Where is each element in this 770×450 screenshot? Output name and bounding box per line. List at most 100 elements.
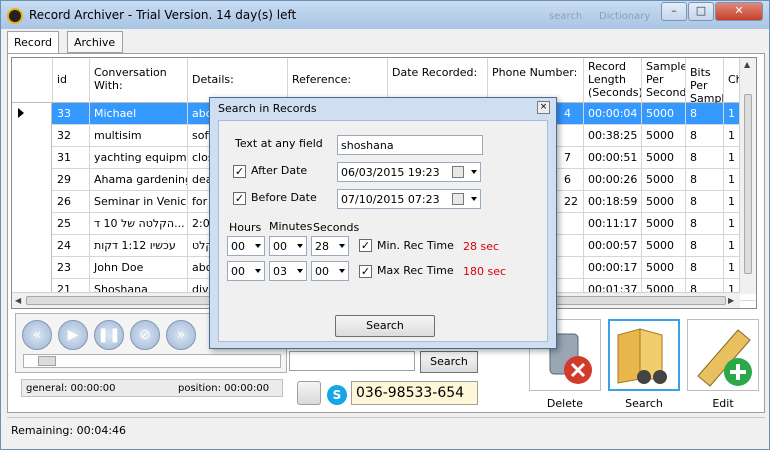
scroll-up-arrow[interactable]: ▲ — [744, 60, 750, 69]
cell-ch[interactable]: 1 — [724, 169, 740, 191]
minimize-button[interactable]: – — [661, 2, 687, 21]
maximize-button[interactable]: □ — [688, 2, 714, 21]
grid-vertical-scrollbar[interactable]: ▲ — [739, 58, 756, 294]
cell-sps[interactable]: 5000 — [642, 213, 686, 235]
cell-phone-tail[interactable] — [560, 257, 584, 279]
cell-ch[interactable]: 1 — [724, 103, 740, 125]
cell-phone-tail[interactable] — [560, 235, 584, 257]
cell-with[interactable]: עכשיו 1:12 דקות — [90, 235, 188, 257]
cell-ch[interactable]: 1 — [724, 191, 740, 213]
close-button[interactable]: ✕ — [715, 2, 763, 21]
min-rec-time-checkbox[interactable]: ✓ — [359, 239, 372, 252]
scroll-right-arrow[interactable]: ▶ — [728, 296, 734, 305]
header-id[interactable]: id — [53, 58, 90, 103]
cell-length[interactable]: 00:00:17 — [584, 257, 642, 279]
progress-thumb[interactable] — [38, 356, 56, 366]
playback-progress[interactable] — [23, 354, 281, 368]
max-minutes-select[interactable]: 03 — [269, 261, 307, 281]
dialog-close-button[interactable]: × — [537, 101, 550, 114]
search-action-button[interactable] — [608, 319, 680, 391]
tab-archive[interactable]: Archive — [67, 31, 123, 53]
cell-bits[interactable]: 8 — [686, 257, 724, 279]
skype-icon[interactable]: S — [327, 385, 347, 405]
cell-id[interactable]: 24 — [53, 235, 90, 257]
calendar-icon[interactable] — [452, 193, 464, 205]
text-any-field-input[interactable]: shoshana — [337, 135, 483, 155]
row-header[interactable] — [12, 147, 52, 169]
contact-icon[interactable] — [297, 381, 321, 405]
cell-with[interactable]: yachting equipment — [90, 147, 188, 169]
before-date-checkbox[interactable]: ✓ — [233, 192, 246, 205]
row-header[interactable] — [12, 191, 52, 213]
cell-bits[interactable]: 8 — [686, 213, 724, 235]
cell-phone-tail[interactable]: 6 — [560, 169, 584, 191]
cell-sps[interactable]: 5000 — [642, 235, 686, 257]
after-date-checkbox[interactable]: ✓ — [233, 165, 246, 178]
cell-bits[interactable]: 8 — [686, 125, 724, 147]
cell-sps[interactable]: 5000 — [642, 103, 686, 125]
stop-button[interactable]: ⊘ — [130, 320, 160, 350]
grid-search-button[interactable]: Search — [420, 351, 478, 373]
cell-id[interactable]: 32 — [53, 125, 90, 147]
row-header[interactable] — [12, 103, 52, 125]
rewind-button[interactable]: « — [22, 320, 52, 350]
play-button[interactable]: ▶ — [58, 320, 88, 350]
min-hours-select[interactable]: 00 — [227, 236, 265, 256]
vertical-scroll-thumb[interactable] — [744, 94, 752, 274]
cell-id[interactable]: 26 — [53, 191, 90, 213]
cell-id[interactable]: 25 — [53, 213, 90, 235]
cell-length[interactable]: 00:18:59 — [584, 191, 642, 213]
cell-sps[interactable]: 5000 — [642, 125, 686, 147]
max-rec-time-checkbox[interactable]: ✓ — [359, 265, 372, 278]
cell-bits[interactable]: 8 — [686, 235, 724, 257]
cell-id[interactable]: 33 — [53, 103, 90, 125]
cell-ch[interactable]: 1 — [724, 213, 740, 235]
cell-id[interactable]: 29 — [53, 169, 90, 191]
row-header[interactable] — [12, 257, 52, 279]
row-header[interactable] — [12, 169, 52, 191]
dialog-search-button[interactable]: Search — [335, 315, 435, 337]
cell-phone-tail[interactable] — [560, 213, 584, 235]
max-seconds-select[interactable]: 00 — [311, 261, 349, 281]
edit-button[interactable] — [687, 319, 759, 391]
before-date-picker[interactable]: 07/10/2015 07:23 — [337, 189, 481, 209]
cell-with[interactable]: John Doe — [90, 257, 188, 279]
cell-id[interactable]: 23 — [53, 257, 90, 279]
cell-sps[interactable]: 5000 — [642, 191, 686, 213]
cell-bits[interactable]: 8 — [686, 169, 724, 191]
cell-phone-tail[interactable] — [560, 125, 584, 147]
cell-phone-tail[interactable]: 22 — [560, 191, 584, 213]
header-bits[interactable]: Bits Per Sampl — [686, 58, 724, 103]
max-hours-select[interactable]: 00 — [227, 261, 265, 281]
calendar-icon[interactable] — [452, 166, 464, 178]
after-date-picker[interactable]: 06/03/2015 19:23 — [337, 162, 481, 182]
cell-bits[interactable]: 8 — [686, 191, 724, 213]
cell-length[interactable]: 00:11:17 — [584, 213, 642, 235]
cell-ch[interactable]: 1 — [724, 235, 740, 257]
cell-length[interactable]: 00:00:26 — [584, 169, 642, 191]
cell-id[interactable]: 31 — [53, 147, 90, 169]
cell-phone-tail[interactable]: 4 — [560, 103, 584, 125]
cell-with[interactable]: הקלטה של 10 ד... — [90, 213, 188, 235]
cell-ch[interactable]: 1 — [724, 125, 740, 147]
min-seconds-select[interactable]: 28 — [311, 236, 349, 256]
row-header[interactable] — [12, 125, 52, 147]
header-conversation[interactable]: Conversation With: — [90, 58, 188, 103]
cell-ch[interactable]: 1 — [724, 257, 740, 279]
cell-sps[interactable]: 5000 — [642, 257, 686, 279]
grid-search-input[interactable] — [289, 351, 415, 371]
cell-with[interactable]: Ahama gardening — [90, 169, 188, 191]
cell-length[interactable]: 00:00:04 — [584, 103, 642, 125]
cell-length[interactable]: 00:00:51 — [584, 147, 642, 169]
cell-ch[interactable]: 1 — [724, 147, 740, 169]
cell-sps[interactable]: 5000 — [642, 169, 686, 191]
row-header[interactable] — [12, 213, 52, 235]
tab-record[interactable]: Record — [7, 31, 59, 55]
cell-bits[interactable]: 8 — [686, 147, 724, 169]
cell-sps[interactable]: 5000 — [642, 147, 686, 169]
min-minutes-select[interactable]: 00 — [269, 236, 307, 256]
header-samples[interactable]: Samples Per Second — [642, 58, 686, 103]
cell-phone-tail[interactable]: 7 — [560, 147, 584, 169]
row-header[interactable] — [12, 235, 52, 257]
cell-with[interactable]: multisim — [90, 125, 188, 147]
